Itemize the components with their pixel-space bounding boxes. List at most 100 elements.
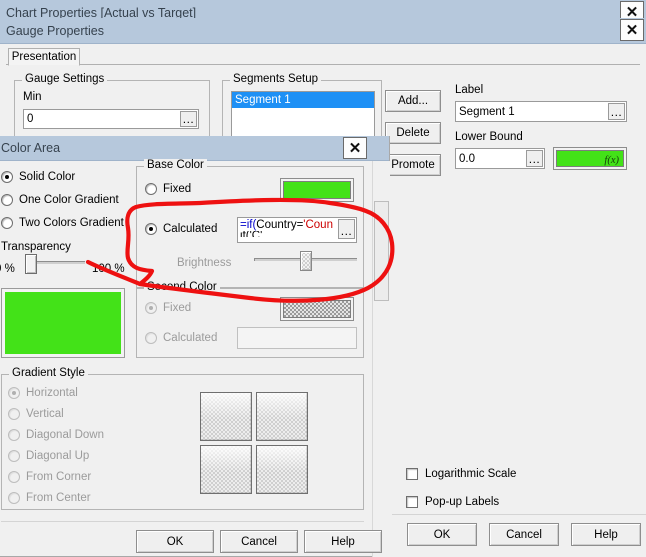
- logarithmic-scale-box[interactable]: [406, 468, 418, 480]
- gauge-help-button[interactable]: Help: [571, 523, 641, 546]
- radio-gradient-diagonal-down-label: Diagonal Down: [26, 429, 104, 441]
- list-item[interactable]: Segment 1: [232, 92, 374, 108]
- promote-button[interactable]: Promote: [385, 154, 441, 176]
- color-preview-fill[interactable]: [5, 292, 121, 354]
- color-area-bottom-separator: [1, 521, 364, 522]
- radio-second-calculated-button: [145, 332, 157, 344]
- base-expression-value: =if(Country='Coun: [240, 219, 333, 231]
- radio-solid-color-button[interactable]: [1, 171, 13, 183]
- base-expression-input[interactable]: =if(Country='Coun if('C' ...: [237, 217, 357, 243]
- radio-base-calculated[interactable]: Calculated: [145, 223, 217, 235]
- gauge-ok-label: OK: [433, 528, 451, 541]
- gradient-style-legend: Gradient Style: [9, 367, 88, 379]
- popup-labels-checkbox[interactable]: Pop-up Labels: [406, 496, 499, 508]
- color-area-help-label: Help: [331, 535, 355, 548]
- second-fixed-color-swatch: [280, 297, 354, 321]
- radio-two-colors-gradient[interactable]: Two Colors Gradient: [1, 217, 124, 229]
- gauge-properties-title: Gauge Properties: [6, 23, 104, 38]
- radio-gradient-diagonal-down: Diagonal Down: [8, 429, 104, 441]
- segment-label-value: Segment 1: [459, 105, 515, 118]
- base-expression-value-line2: if('C': [240, 231, 263, 237]
- add-button[interactable]: Add...: [385, 90, 441, 112]
- second-expression-input: [237, 327, 357, 349]
- radio-gradient-from-center-button: [8, 492, 20, 504]
- min-label: Min: [23, 91, 42, 103]
- color-area-vscrollbar[interactable]: [372, 161, 390, 557]
- segments-setup-legend: Segments Setup: [230, 73, 322, 85]
- radio-base-calculated-label: Calculated: [163, 223, 218, 235]
- gauge-properties-titlebar[interactable]: Gauge Properties ✕: [0, 18, 646, 44]
- promote-button-label: Promote: [391, 159, 435, 171]
- lower-bound-browse-button[interactable]: ...: [526, 150, 543, 167]
- gauge-properties-close-icon[interactable]: ✕: [620, 19, 644, 41]
- radio-base-fixed-label: Fixed: [163, 183, 192, 195]
- transparency-slider[interactable]: [25, 254, 85, 274]
- radio-gradient-diagonal-down-button: [8, 429, 20, 441]
- segment-label-input[interactable]: Segment 1 ...: [455, 101, 627, 122]
- logarithmic-scale-checkbox[interactable]: Logarithmic Scale: [406, 468, 516, 480]
- gradient-style-group: Gradient Style Horizontal Vertical Diago…: [1, 367, 364, 510]
- color-area-ok-label: OK: [166, 535, 184, 548]
- radio-gradient-vertical-button: [8, 408, 20, 420]
- color-area-titlebar[interactable]: Color Area ✕: [0, 136, 389, 161]
- gradient-preview-bottom-right: [256, 445, 308, 494]
- lower-bound-input[interactable]: 0.0 ...: [455, 148, 545, 169]
- delete-button-label: Delete: [396, 127, 430, 139]
- color-area-help-button[interactable]: Help: [304, 530, 382, 553]
- radio-gradient-horizontal-label: Horizontal: [26, 387, 78, 399]
- radio-gradient-horizontal-button: [8, 387, 20, 399]
- base-color-legend: Base Color: [144, 159, 207, 171]
- gauge-settings-legend: Gauge Settings: [22, 73, 108, 85]
- radio-gradient-diagonal-up: Diagonal Up: [8, 450, 89, 462]
- radio-gradient-from-center: From Center: [8, 492, 91, 504]
- radio-gradient-from-center-label: From Center: [26, 492, 91, 504]
- gradient-preview-top-left: [200, 392, 252, 441]
- delete-button[interactable]: Delete: [385, 122, 441, 144]
- radio-one-color-gradient[interactable]: One Color Gradient: [1, 194, 119, 206]
- min-browse-button[interactable]: ...: [180, 111, 197, 127]
- color-area-ok-button[interactable]: OK: [136, 530, 214, 553]
- gauge-bottom-separator: [392, 514, 646, 515]
- transparency-max-label: 100 %: [92, 263, 125, 275]
- lower-bound-value: 0.0: [459, 152, 475, 165]
- popup-labels-box[interactable]: [406, 496, 418, 508]
- base-color-group: Base Color Fixed Calculated =if(Country=…: [136, 159, 364, 288]
- base-expression-browse-button[interactable]: ...: [338, 219, 355, 239]
- color-area-close-icon[interactable]: ✕: [343, 137, 367, 159]
- tabstrip: [6, 64, 640, 65]
- radio-second-fixed-label: Fixed: [163, 302, 192, 314]
- logarithmic-scale-label: Logarithmic Scale: [425, 468, 517, 480]
- transparency-label: Transparency: [1, 241, 71, 253]
- min-input-value: 0: [27, 113, 34, 125]
- color-area-cancel-button[interactable]: Cancel: [220, 530, 298, 553]
- segment-label-browse-button[interactable]: ...: [608, 103, 625, 120]
- min-input[interactable]: 0 ...: [23, 109, 199, 129]
- gauge-help-label: Help: [594, 528, 618, 541]
- base-fixed-color-swatch[interactable]: [280, 178, 354, 202]
- color-area-cancel-label: Cancel: [241, 535, 277, 548]
- radio-gradient-diagonal-up-button: [8, 450, 20, 462]
- second-color-group: Second Color Fixed Calculated: [136, 281, 364, 358]
- brightness-slider: [254, 251, 357, 271]
- tab-presentation[interactable]: Presentation: [8, 48, 80, 66]
- second-fixed-color-fill: [283, 300, 351, 318]
- segment-color-swatch[interactable]: f(x): [553, 147, 627, 170]
- add-button-label: Add...: [397, 95, 429, 107]
- color-area-window: Color Area ✕ Solid Color One Color Gradi…: [0, 136, 390, 557]
- gauge-ok-button[interactable]: OK: [407, 523, 477, 546]
- radio-gradient-from-corner-label: From Corner: [26, 471, 92, 483]
- radio-base-fixed-button[interactable]: [145, 183, 157, 195]
- radio-base-fixed[interactable]: Fixed: [145, 183, 191, 195]
- radio-one-color-gradient-button[interactable]: [1, 194, 13, 206]
- segment-color-fx-label: f(x): [604, 155, 619, 166]
- radio-second-calculated: Calculated: [145, 332, 217, 344]
- radio-base-calculated-button[interactable]: [145, 223, 157, 235]
- radio-solid-color[interactable]: Solid Color: [1, 171, 75, 183]
- color-area-scroll-thumb[interactable]: [374, 201, 389, 301]
- radio-one-color-gradient-label: One Color Gradient: [19, 194, 119, 206]
- transparency-slider-thumb[interactable]: [25, 254, 37, 274]
- gauge-cancel-button[interactable]: Cancel: [489, 523, 559, 546]
- radio-gradient-vertical: Vertical: [8, 408, 64, 420]
- radio-two-colors-gradient-button[interactable]: [1, 217, 13, 229]
- lower-bound-label: Lower Bound: [455, 131, 523, 143]
